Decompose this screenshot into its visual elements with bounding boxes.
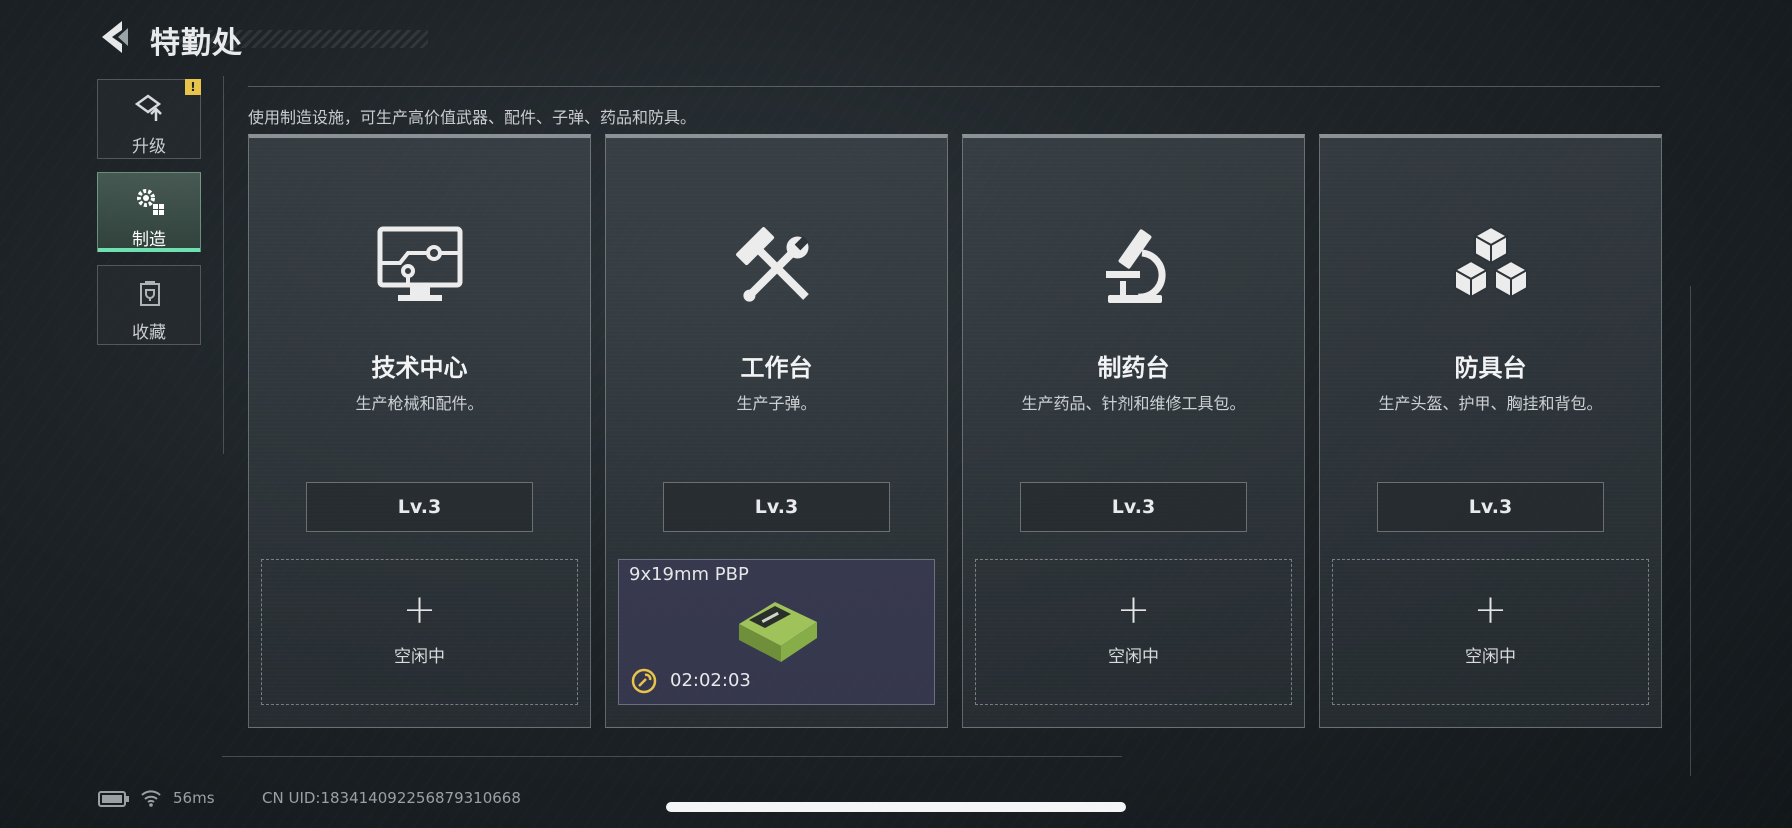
production-timer: 02:02:03 [670,670,751,691]
station-description: 生产枪械和配件。 [355,394,484,413]
sidebar-item-upgrade[interactable]: ! 升级 [97,79,201,159]
home-indicator[interactable] [666,802,1126,812]
add-icon: + [1473,587,1508,633]
station-description: 生产子弹。 [736,394,817,413]
slot-status-label: 空闲中 [1108,647,1159,667]
ammo-box-icon [739,602,817,662]
divider [248,86,1660,87]
station-title: 防具台 [1454,354,1527,382]
divider [222,756,1122,757]
level-badge: Lv.3 [1377,482,1604,532]
level-badge: Lv.3 [663,482,890,532]
divider [223,76,224,454]
sidebar-item-label: 升级 [132,137,166,157]
add-icon: + [402,587,437,633]
back-arrow-icon [102,21,128,53]
warning-badge: ! [185,79,201,95]
trophy-icon [140,281,160,306]
level-badge: Lv.3 [306,482,533,532]
page-title: 特勤处 [150,26,243,61]
station-title: 技术中心 [371,354,468,382]
slot-status-label: 空闲中 [1465,647,1516,667]
description-text: 使用制造设施，可生产高价值武器、配件、子弹、药品和防具。 [248,108,697,127]
ping-value: 56ms [173,789,215,807]
hammer-wrench-icon [736,227,809,302]
sidebar-item-collection[interactable]: 收藏 [97,265,201,345]
production-slot-idle[interactable]: + 空闲中 [1332,559,1649,705]
timer-wrench-icon [631,668,657,694]
wifi-icon [141,790,161,807]
station-card-armor[interactable]: 防具台 生产头盔、护甲、胸挂和背包。 Lv.3 + 空闲中 [1319,134,1662,728]
microscope-icon [1106,229,1166,303]
sidebar-item-label: 收藏 [132,323,166,343]
station-card-pharmacy[interactable]: 制药台 生产药品、针剂和维修工具包。 Lv.3 + 空闲中 [962,134,1305,728]
upgrade-icon [134,94,162,121]
slot-status-label: 空闲中 [394,647,445,667]
sidebar-item-label: 制造 [132,230,166,250]
producing-item-name: 9x19mm PBP [629,564,749,585]
station-description: 生产头盔、护甲、胸挂和背包。 [1378,394,1603,413]
sidebar-item-craft[interactable]: 制造 [97,172,201,252]
back-button[interactable] [98,18,132,56]
production-slot-idle[interactable]: + 空闲中 [261,559,578,705]
station-card-tech-center[interactable]: 技术中心 生产枪械和配件。 Lv.3 + 空闲中 [248,134,591,728]
station-title: 工作台 [740,354,813,382]
production-slot-active[interactable]: 9x19mm PBP 02:02:03 [618,559,935,705]
station-description: 生产药品、针剂和维修工具包。 [1021,394,1246,413]
monitor-circuit-icon [377,226,463,301]
station-card-workbench[interactable]: 工作台 生产子弹。 Lv.3 9x19mm PBP 02:02:03 [605,134,948,728]
production-slot-idle[interactable]: + 空闲中 [975,559,1292,705]
add-icon: + [1116,587,1151,633]
station-title: 制药台 [1097,354,1170,382]
divider [1690,286,1691,776]
battery-icon [98,791,129,807]
level-badge: Lv.3 [1020,482,1247,532]
gears-icon [137,189,164,215]
cubes-icon [1452,225,1530,299]
user-uid: CN UID:183414092256879310668 [262,789,521,807]
